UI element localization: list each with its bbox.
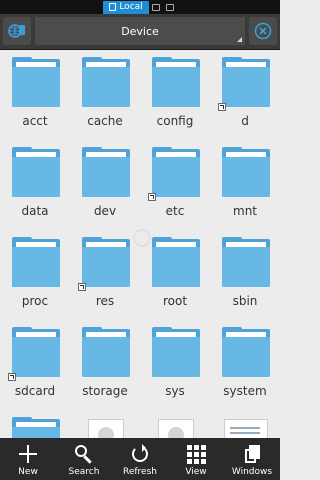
symlink-badge-icon	[78, 283, 86, 291]
document-icon	[222, 419, 270, 438]
folder-icon	[148, 147, 200, 201]
view-label: View	[185, 467, 207, 477]
folder-label: res	[95, 294, 115, 308]
folder-icon	[12, 237, 60, 287]
folder-icon	[12, 57, 60, 107]
plus-icon	[17, 443, 39, 465]
file-manager-screen: Local Device system sys storage sdcard s…	[0, 0, 280, 480]
windows-label: Windows	[231, 467, 273, 477]
path-dropdown[interactable]: Device	[35, 17, 245, 45]
folder-item[interactable]: storage	[70, 320, 140, 410]
source-bar: Local	[0, 0, 280, 14]
folder-item[interactable]: sys	[140, 320, 210, 410]
folder-icon	[152, 327, 200, 377]
globe-button[interactable]	[3, 17, 31, 45]
new-button[interactable]: New	[0, 438, 56, 480]
folder-label: config	[156, 114, 194, 128]
phone-icon	[109, 3, 117, 11]
path-label: Device	[121, 24, 159, 38]
folder-label: mnt	[233, 204, 257, 218]
folder-item[interactable]: cache	[70, 50, 140, 140]
remote-tab[interactable]	[163, 1, 177, 14]
local-tab[interactable]: Local	[103, 0, 149, 14]
list-item-partial[interactable]	[0, 410, 70, 438]
search-button[interactable]: Search	[56, 438, 112, 480]
list-item-partial[interactable]	[210, 410, 280, 438]
refresh-icon	[129, 443, 151, 465]
dropdown-corner-icon	[237, 37, 242, 42]
folder-item[interactable]: root	[140, 230, 210, 320]
cloud-icon	[165, 3, 174, 11]
folder-label: etc	[165, 204, 185, 218]
folder-label: sdcard	[14, 384, 56, 398]
folder-label: proc	[21, 294, 49, 308]
folder-icon	[82, 57, 130, 107]
folder-item[interactable]: sdcard	[0, 320, 70, 410]
folder-icon	[82, 147, 130, 197]
symlink-badge-icon	[8, 373, 16, 381]
search-icon	[73, 443, 95, 465]
list-item-partial[interactable]	[140, 410, 210, 438]
folder-item[interactable]: system	[210, 320, 280, 410]
folder-item[interactable]: acct	[0, 50, 70, 140]
folder-label: root	[162, 294, 188, 308]
folder-label: cache	[87, 114, 123, 128]
folder-icon	[222, 147, 270, 197]
folder-icon	[8, 327, 60, 381]
folder-item[interactable]: mnt	[210, 140, 280, 230]
refresh-button[interactable]: Refresh	[112, 438, 168, 480]
folder-item[interactable]: d	[210, 50, 280, 140]
folder-icon	[152, 57, 200, 107]
windows-button[interactable]: Windows	[224, 438, 280, 480]
bottom-bar: New Search Refresh View Windows	[0, 438, 280, 480]
folder-icon	[152, 237, 200, 287]
folder-icon	[218, 57, 270, 111]
refresh-label: Refresh	[123, 467, 157, 477]
grid-view-icon	[185, 443, 207, 465]
file-icon	[152, 419, 200, 438]
folder-label: system	[223, 384, 267, 398]
folder-label: sys	[165, 384, 185, 398]
folder-label: storage	[82, 384, 128, 398]
folder-item[interactable]: sbin	[210, 230, 280, 320]
file-icon	[82, 419, 130, 438]
folder-label: dev	[93, 204, 117, 218]
list-item-partial[interactable]	[70, 410, 140, 438]
folder-icon	[12, 417, 60, 438]
windows-icon	[241, 443, 263, 465]
symlink-badge-icon	[218, 103, 226, 111]
view-button[interactable]: View	[168, 438, 224, 480]
folder-icon	[222, 327, 270, 377]
folder-icon	[222, 237, 270, 287]
computer-icon	[151, 3, 160, 11]
local-tab-label: Local	[119, 2, 143, 12]
loading-spinner-icon	[133, 229, 151, 247]
globe-icon	[8, 24, 25, 38]
folder-label: data	[21, 204, 49, 218]
folder-item[interactable]: etc	[140, 140, 210, 230]
symlink-badge-icon	[148, 193, 156, 201]
search-label: Search	[68, 467, 100, 477]
network-tab[interactable]	[149, 1, 163, 14]
new-label: New	[18, 467, 38, 477]
folder-item[interactable]: proc	[0, 230, 70, 320]
folder-label: acct	[22, 114, 48, 128]
folder-label: d	[241, 114, 249, 128]
toolbar: Device	[0, 14, 280, 50]
folder-icon	[12, 147, 60, 197]
folder-icon	[78, 237, 130, 291]
close-circle-icon	[254, 22, 272, 40]
close-button[interactable]	[249, 17, 277, 45]
folder-item[interactable]: dev	[70, 140, 140, 230]
folder-item[interactable]: data	[0, 140, 70, 230]
folder-item[interactable]: config	[140, 50, 210, 140]
folder-icon	[82, 327, 130, 377]
folder-item[interactable]: res	[70, 230, 140, 320]
folder-label: sbin	[232, 294, 258, 308]
